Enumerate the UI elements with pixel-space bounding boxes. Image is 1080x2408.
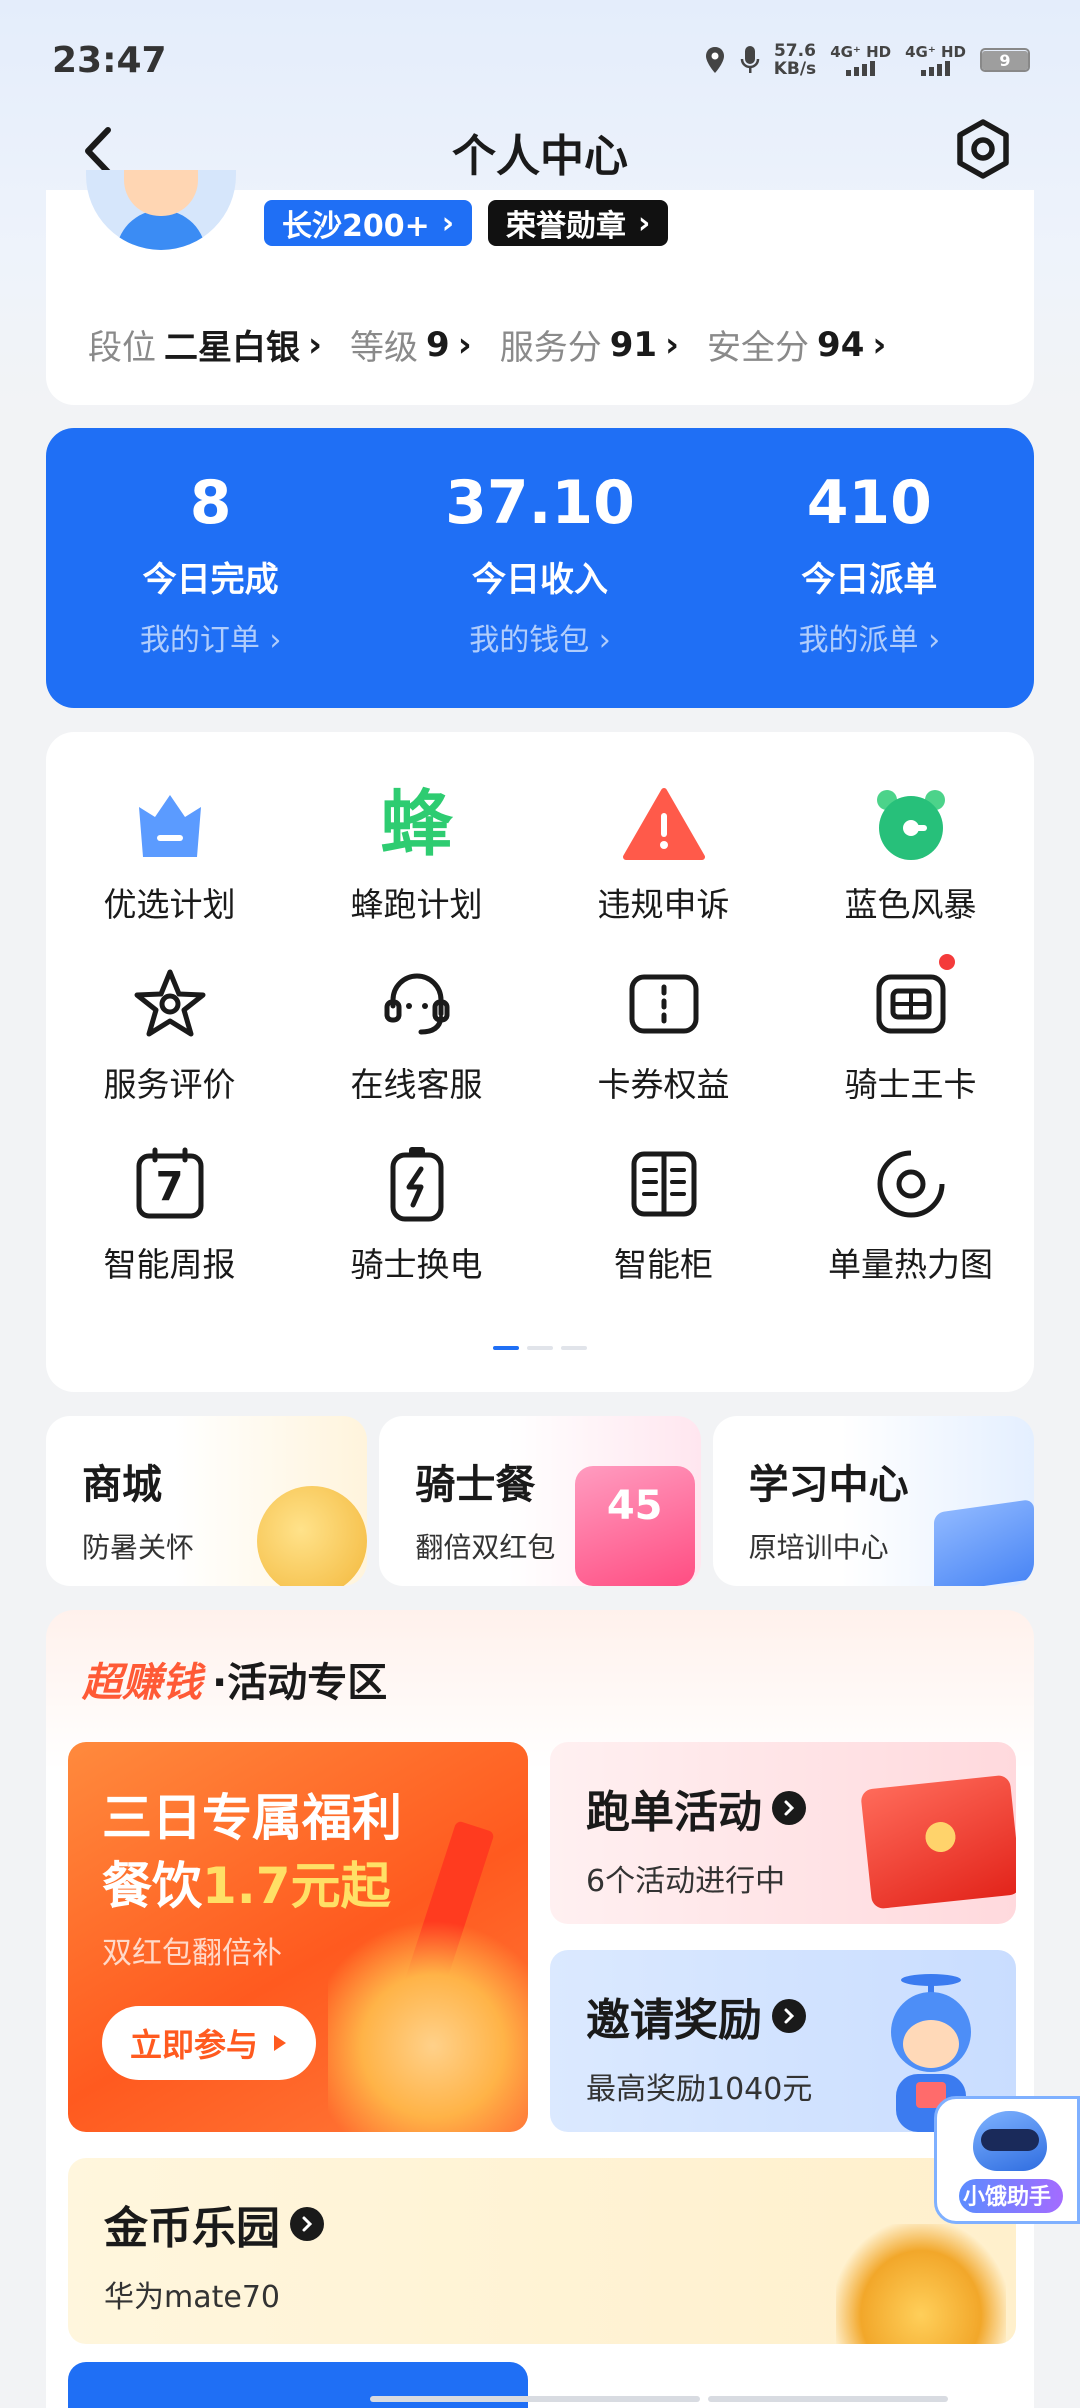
my-wallet-link[interactable]: 我的钱包 › (375, 615, 704, 659)
card-icon (869, 954, 955, 1046)
promo-banner[interactable]: 三日专属福利 餐饮1.7元起 双红包翻倍补 立即参与 (68, 1742, 528, 2132)
arrow-right-icon (772, 1999, 806, 2033)
sim2-signal: 4G⁺ HD (905, 44, 966, 76)
invite-reward-title: 邀请奖励 (586, 1984, 806, 2048)
cabinet-icon (622, 1142, 706, 1226)
run-activity-title: 跑单活动 (586, 1776, 806, 1840)
stat-level[interactable]: 等级 9 › (350, 320, 472, 369)
battery-icon: 9 (980, 48, 1030, 72)
red-envelope-icon (860, 1774, 1016, 1910)
coin-park-title: 金币乐园 (104, 2192, 324, 2256)
battery-swap-icon (375, 1142, 459, 1226)
sim1-signal: 4G⁺ HD (830, 44, 891, 76)
signal-bars-icon (830, 60, 891, 76)
status-bar: 23:47 57.6 KB/s 4G⁺ HD 4G⁺ HD 9 (0, 0, 1080, 120)
signal-bars-icon (905, 60, 966, 76)
chevron-right-icon: › (638, 205, 651, 241)
coupon-icon (622, 962, 706, 1046)
arrow-right-icon (290, 2207, 324, 2241)
chevron-right-icon: › (457, 324, 472, 365)
run-activity-card[interactable]: 跑单活动 6个活动进行中 (550, 1742, 1016, 1924)
location-icon (705, 47, 724, 73)
profile-stats: 段位 二星白银 › 等级 9 › 服务分 91 › 安全分 94 › (88, 320, 886, 369)
shortcut-cards: 商城 防暑关怀 骑士餐 翻倍双红包 45 学习中心 原培训中心 (46, 1416, 1034, 1586)
tool-weekly-report[interactable]: 7 智能周报 (46, 1142, 293, 1286)
tool-knight-card[interactable]: 骑士王卡 (787, 954, 1034, 1106)
tool-heatmap[interactable]: 单量热力图 (787, 1142, 1034, 1286)
chevron-right-icon: › (665, 324, 680, 365)
knight-meal-card[interactable]: 骑士餐 翻倍双红包 45 (379, 1416, 701, 1586)
tool-service-review[interactable]: 服务评价 (46, 962, 293, 1106)
alarm-clock-icon (869, 782, 953, 866)
headset-icon (375, 962, 459, 1046)
food-illustration (328, 1902, 528, 2132)
tool-online-support[interactable]: 在线客服 (293, 962, 540, 1106)
my-dispatch-link[interactable]: 我的派单 › (705, 615, 1034, 659)
today-completed[interactable]: 8 今日完成 我的订单 › (46, 428, 375, 708)
stat-rank[interactable]: 段位 二星白银 › (88, 320, 322, 369)
chevron-right-icon: › (872, 324, 887, 365)
play-arrow-icon (274, 2035, 287, 2051)
city-badge[interactable]: 长沙200+ › (264, 200, 473, 246)
stat-safety-score[interactable]: 安全分 94 › (707, 320, 886, 369)
today-income[interactable]: 37.10 今日收入 我的钱包 › (375, 428, 704, 708)
star-icon (128, 962, 212, 1046)
assistant-button[interactable]: 小饿助手 (934, 2096, 1080, 2224)
page-indicator (46, 1346, 1034, 1350)
tool-blue-storm[interactable]: 蓝色风暴 (787, 782, 1034, 926)
stat-service-score[interactable]: 服务分 91 › (500, 320, 679, 369)
shop-card[interactable]: 商城 防暑关怀 (46, 1416, 368, 1586)
microphone-icon (740, 46, 759, 73)
coin-park-card[interactable]: 金币乐园 华为mate70 (68, 2158, 1016, 2344)
profile-card: 长沙200+ › 荣誉勋章 › 段位 二星白银 › 等级 9 › 服务分 91 … (46, 170, 1034, 405)
tool-preferred-plan[interactable]: 优选计划 (46, 782, 293, 926)
notification-dot (938, 954, 955, 970)
activity-zone: 超赚钱 ·活动专区 三日专属福利 餐饮1.7元起 双红包翻倍补 立即参与 跑单活… (46, 1610, 1034, 2408)
tool-bee-plan[interactable]: 蜂 蜂跑计划 (293, 782, 540, 926)
arrow-right-icon (772, 1791, 806, 1825)
honor-badge[interactable]: 荣誉勋章 › (488, 200, 669, 246)
target-icon (869, 1142, 953, 1226)
tool-battery-swap[interactable]: 骑士换电 (293, 1142, 540, 1286)
tool-coupons[interactable]: 卡券权益 (540, 962, 787, 1106)
tools-grid: 优选计划 蜂 蜂跑计划 违规申诉 蓝色风暴 服务评价 在线客服 卡券权益 骑士王… (46, 782, 1034, 1286)
status-time: 23:47 (52, 40, 167, 81)
tool-smart-cabinet[interactable]: 智能柜 (540, 1142, 787, 1286)
warning-icon (622, 782, 706, 866)
network-speed: 57.6 KB/s (773, 41, 817, 79)
activity-header: 超赚钱 ·活动专区 (82, 1660, 388, 1706)
settings-button[interactable] (948, 114, 1018, 184)
join-now-button[interactable]: 立即参与 (102, 2006, 317, 2080)
my-orders-link[interactable]: 我的订单 › (46, 615, 375, 659)
crown-icon (128, 782, 212, 866)
chevron-right-icon: › (441, 205, 455, 241)
today-stats-card: 8 今日完成 我的订单 › 37.10 今日收入 我的钱包 › 410 今日派单… (46, 428, 1034, 708)
red-packet-icon: 45 (574, 1466, 695, 1586)
avatar[interactable] (86, 170, 236, 250)
tools-card: 优选计划 蜂 蜂跑计划 违规申诉 蓝色风暴 服务评价 在线客服 卡券权益 骑士王… (46, 732, 1034, 1392)
today-dispatch[interactable]: 410 今日派单 我的派单 › (705, 428, 1034, 708)
calendar-icon: 7 (128, 1142, 212, 1226)
learning-center-card[interactable]: 学习中心 原培训中心 (712, 1416, 1034, 1586)
coin-stack-icon (836, 2224, 1006, 2344)
promo-headline: 餐饮1.7元起 (102, 1857, 391, 1915)
status-icons: 57.6 KB/s 4G⁺ HD 4G⁺ HD 9 (704, 42, 1030, 78)
bee-text-icon: 蜂 (380, 782, 453, 866)
book-icon (933, 1498, 1034, 1586)
scroll-hint (370, 2396, 948, 2402)
tool-violation-appeal[interactable]: 违规申诉 (540, 782, 787, 926)
gear-icon (957, 119, 1009, 179)
chevron-right-icon: › (308, 324, 323, 365)
